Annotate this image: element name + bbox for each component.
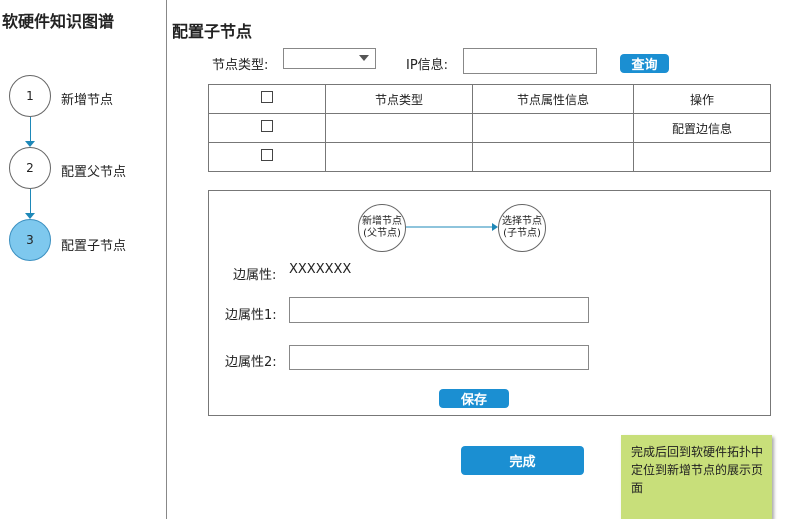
parent-node: 新增节点(父节点): [358, 204, 406, 252]
node-type-label: 节点类型:: [212, 58, 269, 73]
step-2-circle[interactable]: 2: [9, 147, 51, 189]
page-title: 配置子节点: [172, 22, 253, 41]
step-3-label: 配置子节点: [61, 239, 127, 254]
app-title: 软硬件知识图谱: [2, 12, 115, 31]
step-3-number: 3: [26, 233, 34, 247]
ip-input[interactable]: [463, 48, 597, 74]
step-2-number: 2: [26, 161, 34, 175]
configure-edge-link[interactable]: 配置边信息: [633, 113, 771, 143]
chevron-down-icon: [359, 55, 369, 61]
table-header-row: 节点类型 节点属性信息 操作: [208, 84, 771, 114]
edge-attr1-input[interactable]: [289, 297, 589, 323]
child-node: 选择节点(子节点): [498, 204, 546, 252]
node-type-select[interactable]: [283, 48, 376, 69]
header-select-cell: [208, 84, 326, 114]
row-action: [633, 142, 771, 172]
edge-attr1-label: 边属性1:: [225, 308, 277, 323]
step-connector-2: [30, 189, 31, 213]
row-node-type: [325, 113, 473, 143]
sticky-note: 完成后回到软硬件拓扑中定位到新增节点的展示页面: [621, 435, 772, 519]
save-button[interactable]: 保存: [439, 389, 509, 408]
parent-node-label: 新增节点(父节点): [362, 216, 402, 239]
edge-attr2-label: 边属性2:: [225, 355, 277, 370]
step-connector-1: [30, 117, 31, 141]
ip-label: IP信息:: [406, 58, 449, 73]
edge-attr2-input[interactable]: [289, 345, 589, 370]
edge-attr-value: XXXXXXX: [289, 262, 352, 277]
node-table: 节点类型 节点属性信息 操作 配置边信息: [208, 84, 771, 172]
row-node-attrs: [472, 142, 634, 172]
sidebar-divider: [166, 0, 167, 519]
row-checkbox[interactable]: [261, 149, 273, 161]
row-select-cell: [208, 142, 326, 172]
row-node-attrs: [472, 113, 634, 143]
query-button[interactable]: 查询: [620, 54, 669, 73]
row-node-type: [325, 142, 473, 172]
step-1-label: 新增节点: [61, 93, 114, 108]
finish-button[interactable]: 完成: [461, 446, 584, 475]
select-all-checkbox[interactable]: [261, 91, 273, 103]
table-row[interactable]: 配置边信息: [208, 113, 771, 143]
edge-attr-label: 边属性:: [233, 268, 277, 283]
header-node-attrs: 节点属性信息: [472, 84, 634, 114]
step-3-circle[interactable]: 3: [9, 219, 51, 261]
row-select-cell: [208, 113, 326, 143]
table-row[interactable]: [208, 142, 771, 172]
edge-arrow: [406, 223, 498, 231]
step-2-label: 配置父节点: [61, 165, 127, 180]
child-node-label: 选择节点(子节点): [502, 216, 542, 239]
step-1-number: 1: [26, 89, 34, 103]
step-1-circle[interactable]: 1: [9, 75, 51, 117]
row-checkbox[interactable]: [261, 120, 273, 132]
header-action: 操作: [633, 84, 771, 114]
header-node-type: 节点类型: [325, 84, 473, 114]
